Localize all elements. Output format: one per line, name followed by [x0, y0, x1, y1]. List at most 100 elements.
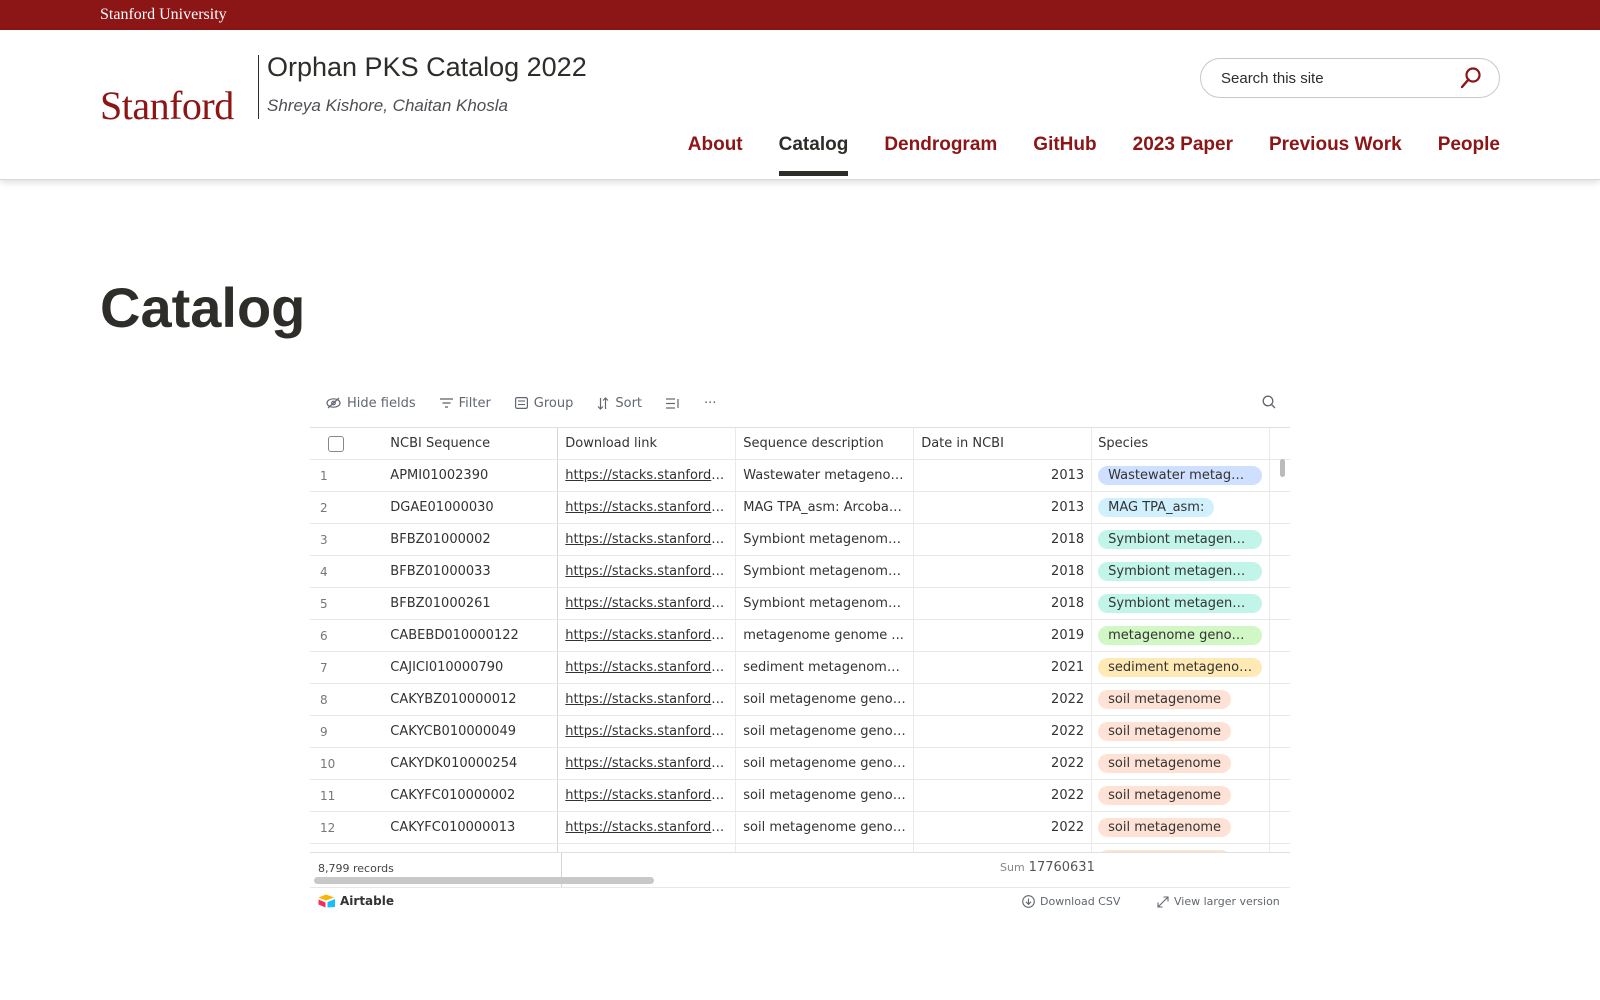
download-link[interactable]: https://stacks.stanford.edu/...: [565, 500, 728, 515]
university-link[interactable]: Stanford University: [100, 6, 227, 24]
table-row[interactable]: 7 CAJICI010000790 https://stacks.stanford.…: [310, 652, 1290, 684]
ncbi-sequence-cell[interactable]: APMI01002390: [383, 460, 559, 491]
sequence-description-cell[interactable]: soil metagenome genome...: [736, 812, 915, 843]
table-row[interactable]: 9 CAKYCB010000049 https://stacks.stanford.…: [310, 716, 1290, 748]
sequence-description-cell[interactable]: metagenome genome ...: [736, 620, 915, 651]
overflow-cell[interactable]: [1270, 492, 1290, 523]
species-cell[interactable]: soil metagenome: [1092, 812, 1271, 843]
date-cell[interactable]: 2022: [914, 812, 1093, 843]
nav-item-dendrogram[interactable]: Dendrogram: [884, 134, 997, 176]
download-link-cell[interactable]: https://stacks.stanford.edu/...: [558, 716, 737, 747]
download-link-cell[interactable]: https://stacks.stanford.edu/...: [558, 684, 737, 715]
download-link[interactable]: https://stacks.stanford.edu/...: [565, 564, 728, 579]
table-row[interactable]: 3 BFBZ01000002 https://stacks.stanford.edu…: [310, 524, 1290, 556]
download-link[interactable]: https://stacks.stanford.edu/...: [565, 660, 728, 675]
sequence-description-cell[interactable]: Symbiont metagenome...: [736, 588, 915, 619]
date-cell[interactable]: 2022: [914, 844, 1093, 852]
species-cell[interactable]: soil metagenome: [1092, 748, 1271, 779]
species-cell[interactable]: soil metagenome: [1092, 780, 1271, 811]
nav-item-github[interactable]: GitHub: [1033, 134, 1096, 176]
download-link[interactable]: https://stacks.stanford.edu/...: [565, 724, 728, 739]
sort-button[interactable]: Sort: [597, 396, 642, 411]
download-link-cell[interactable]: https://stacks.stanford.edu/...: [558, 588, 737, 619]
species-cell[interactable]: soil metagenome: [1092, 844, 1271, 852]
date-cell[interactable]: 2019: [914, 620, 1093, 651]
column-header[interactable]: Species: [1092, 428, 1271, 459]
date-cell[interactable]: 2018: [914, 524, 1093, 555]
hide-fields-button[interactable]: Hide fields: [326, 396, 416, 411]
overflow-cell[interactable]: [1270, 524, 1290, 555]
date-cell[interactable]: 2022: [914, 716, 1093, 747]
overflow-cell[interactable]: [1270, 716, 1290, 747]
table-row[interactable]: 8 CAKYBZ010000012 https://stacks.stanford.…: [310, 684, 1290, 716]
table-row[interactable]: 1 APMI01002390 https://stacks.stanford.edu…: [310, 460, 1290, 492]
ncbi-sequence-cell[interactable]: CAKYFC010000002: [383, 780, 559, 811]
sequence-description-cell[interactable]: MAG TPA_asm: Arcobacter...: [736, 492, 915, 523]
row-height-button[interactable]: [666, 397, 680, 409]
column-header[interactable]: Date in NCBI: [914, 428, 1093, 459]
download-csv-link[interactable]: Download CSV: [1022, 895, 1120, 908]
sequence-description-cell[interactable]: soil metagenome genome...: [736, 780, 915, 811]
date-cell[interactable]: 2022: [914, 684, 1093, 715]
download-link-cell[interactable]: https://stacks.stanford.edu/...: [558, 780, 737, 811]
ncbi-sequence-cell[interactable]: CABEBD010000122: [383, 620, 559, 651]
species-cell[interactable]: MAG TPA_asm:: [1092, 492, 1271, 523]
download-link[interactable]: https://stacks.stanford.edu/...: [565, 692, 728, 707]
table-row[interactable]: 5 BFBZ01000261 https://stacks.stanford.edu…: [310, 588, 1290, 620]
table-row[interactable]: 11 CAKYFC010000002 https://stacks.stanford…: [310, 780, 1290, 812]
date-cell[interactable]: 2021: [914, 652, 1093, 683]
airtable-logo[interactable]: Airtable: [318, 894, 394, 908]
search-input[interactable]: [1221, 69, 1457, 87]
ncbi-sequence-cell[interactable]: CAKYDK010000254: [383, 748, 559, 779]
download-link-cell[interactable]: https://stacks.stanford.edu/...: [558, 460, 737, 491]
date-cell[interactable]: 2018: [914, 556, 1093, 587]
search-icon[interactable]: [1457, 64, 1485, 92]
table-row[interactable]: 4 BFBZ01000033 https://stacks.stanford.edu…: [310, 556, 1290, 588]
overflow-cell[interactable]: [1270, 780, 1290, 811]
download-link[interactable]: https://stacks.stanford.edu/...: [565, 628, 728, 643]
overflow-cell[interactable]: [1270, 748, 1290, 779]
ncbi-sequence-cell[interactable]: BFBZ01000261: [383, 588, 559, 619]
column-header[interactable]: Sequence description: [736, 428, 915, 459]
stanford-logo[interactable]: Stanford: [100, 82, 234, 129]
species-cell[interactable]: metagenome genome: [1092, 620, 1271, 651]
site-title[interactable]: Orphan PKS Catalog 2022: [267, 52, 587, 83]
ncbi-sequence-cell[interactable]: CAKYFC010000026: [383, 844, 559, 852]
overflow-cell[interactable]: [1270, 652, 1290, 683]
sum-summary[interactable]: Sum 17760631: [1000, 860, 1095, 875]
overflow-cell[interactable]: [1270, 812, 1290, 843]
table-row[interactable]: 2 DGAE01000030 https://stacks.stanford.edu…: [310, 492, 1290, 524]
nav-item-catalog[interactable]: Catalog: [778, 134, 848, 176]
download-link[interactable]: https://stacks.stanford.edu/...: [565, 468, 728, 483]
download-link-cell[interactable]: https://stacks.stanford.edu/...: [558, 748, 737, 779]
horizontal-scrollbar[interactable]: [314, 877, 654, 884]
column-header[interactable]: NCBI Sequence: [383, 428, 559, 459]
download-link-cell[interactable]: https://stacks.stanford.edu/...: [558, 812, 737, 843]
date-cell[interactable]: 2022: [914, 780, 1093, 811]
download-link-cell[interactable]: https://stacks.stanford.edu/...: [558, 556, 737, 587]
sequence-description-cell[interactable]: soil metagenome genome...: [736, 844, 915, 852]
date-cell[interactable]: 2022: [914, 748, 1093, 779]
nav-item-2023-paper[interactable]: 2023 Paper: [1133, 134, 1233, 176]
species-cell[interactable]: soil metagenome: [1092, 684, 1271, 715]
species-cell[interactable]: soil metagenome: [1092, 716, 1271, 747]
species-cell[interactable]: Symbiont metagenome: [1092, 588, 1271, 619]
download-link-cell[interactable]: https://stacks.stanford.edu/...: [558, 492, 737, 523]
download-link-cell[interactable]: https://stacks.stanford.edu/...: [558, 652, 737, 683]
ncbi-sequence-cell[interactable]: CAKYBZ010000012: [383, 684, 559, 715]
sequence-description-cell[interactable]: sediment metagenome...: [736, 652, 915, 683]
ncbi-sequence-cell[interactable]: CAJICI010000790: [383, 652, 559, 683]
overflow-cell[interactable]: [1270, 588, 1290, 619]
nav-item-people[interactable]: People: [1438, 134, 1500, 176]
table-row[interactable]: 12 CAKYFC010000013 https://stacks.stanford…: [310, 812, 1290, 844]
table-row[interactable]: 10 CAKYDK010000254 https://stacks.stanford…: [310, 748, 1290, 780]
overflow-cell[interactable]: [1270, 556, 1290, 587]
table-row[interactable]: 6 CABEBD010000122 https://stacks.stanford.…: [310, 620, 1290, 652]
sequence-description-cell[interactable]: soil metagenome genome...: [736, 716, 915, 747]
sequence-description-cell[interactable]: Symbiont metagenome...: [736, 524, 915, 555]
species-cell[interactable]: Wastewater metagenome: [1092, 460, 1271, 491]
ncbi-sequence-cell[interactable]: CAKYCB010000049: [383, 716, 559, 747]
table-row[interactable]: 13CAKYFC010000026https://stacks.stanford…: [310, 844, 1290, 852]
overflow-cell[interactable]: [1270, 684, 1290, 715]
select-all-checkbox[interactable]: [328, 435, 344, 452]
